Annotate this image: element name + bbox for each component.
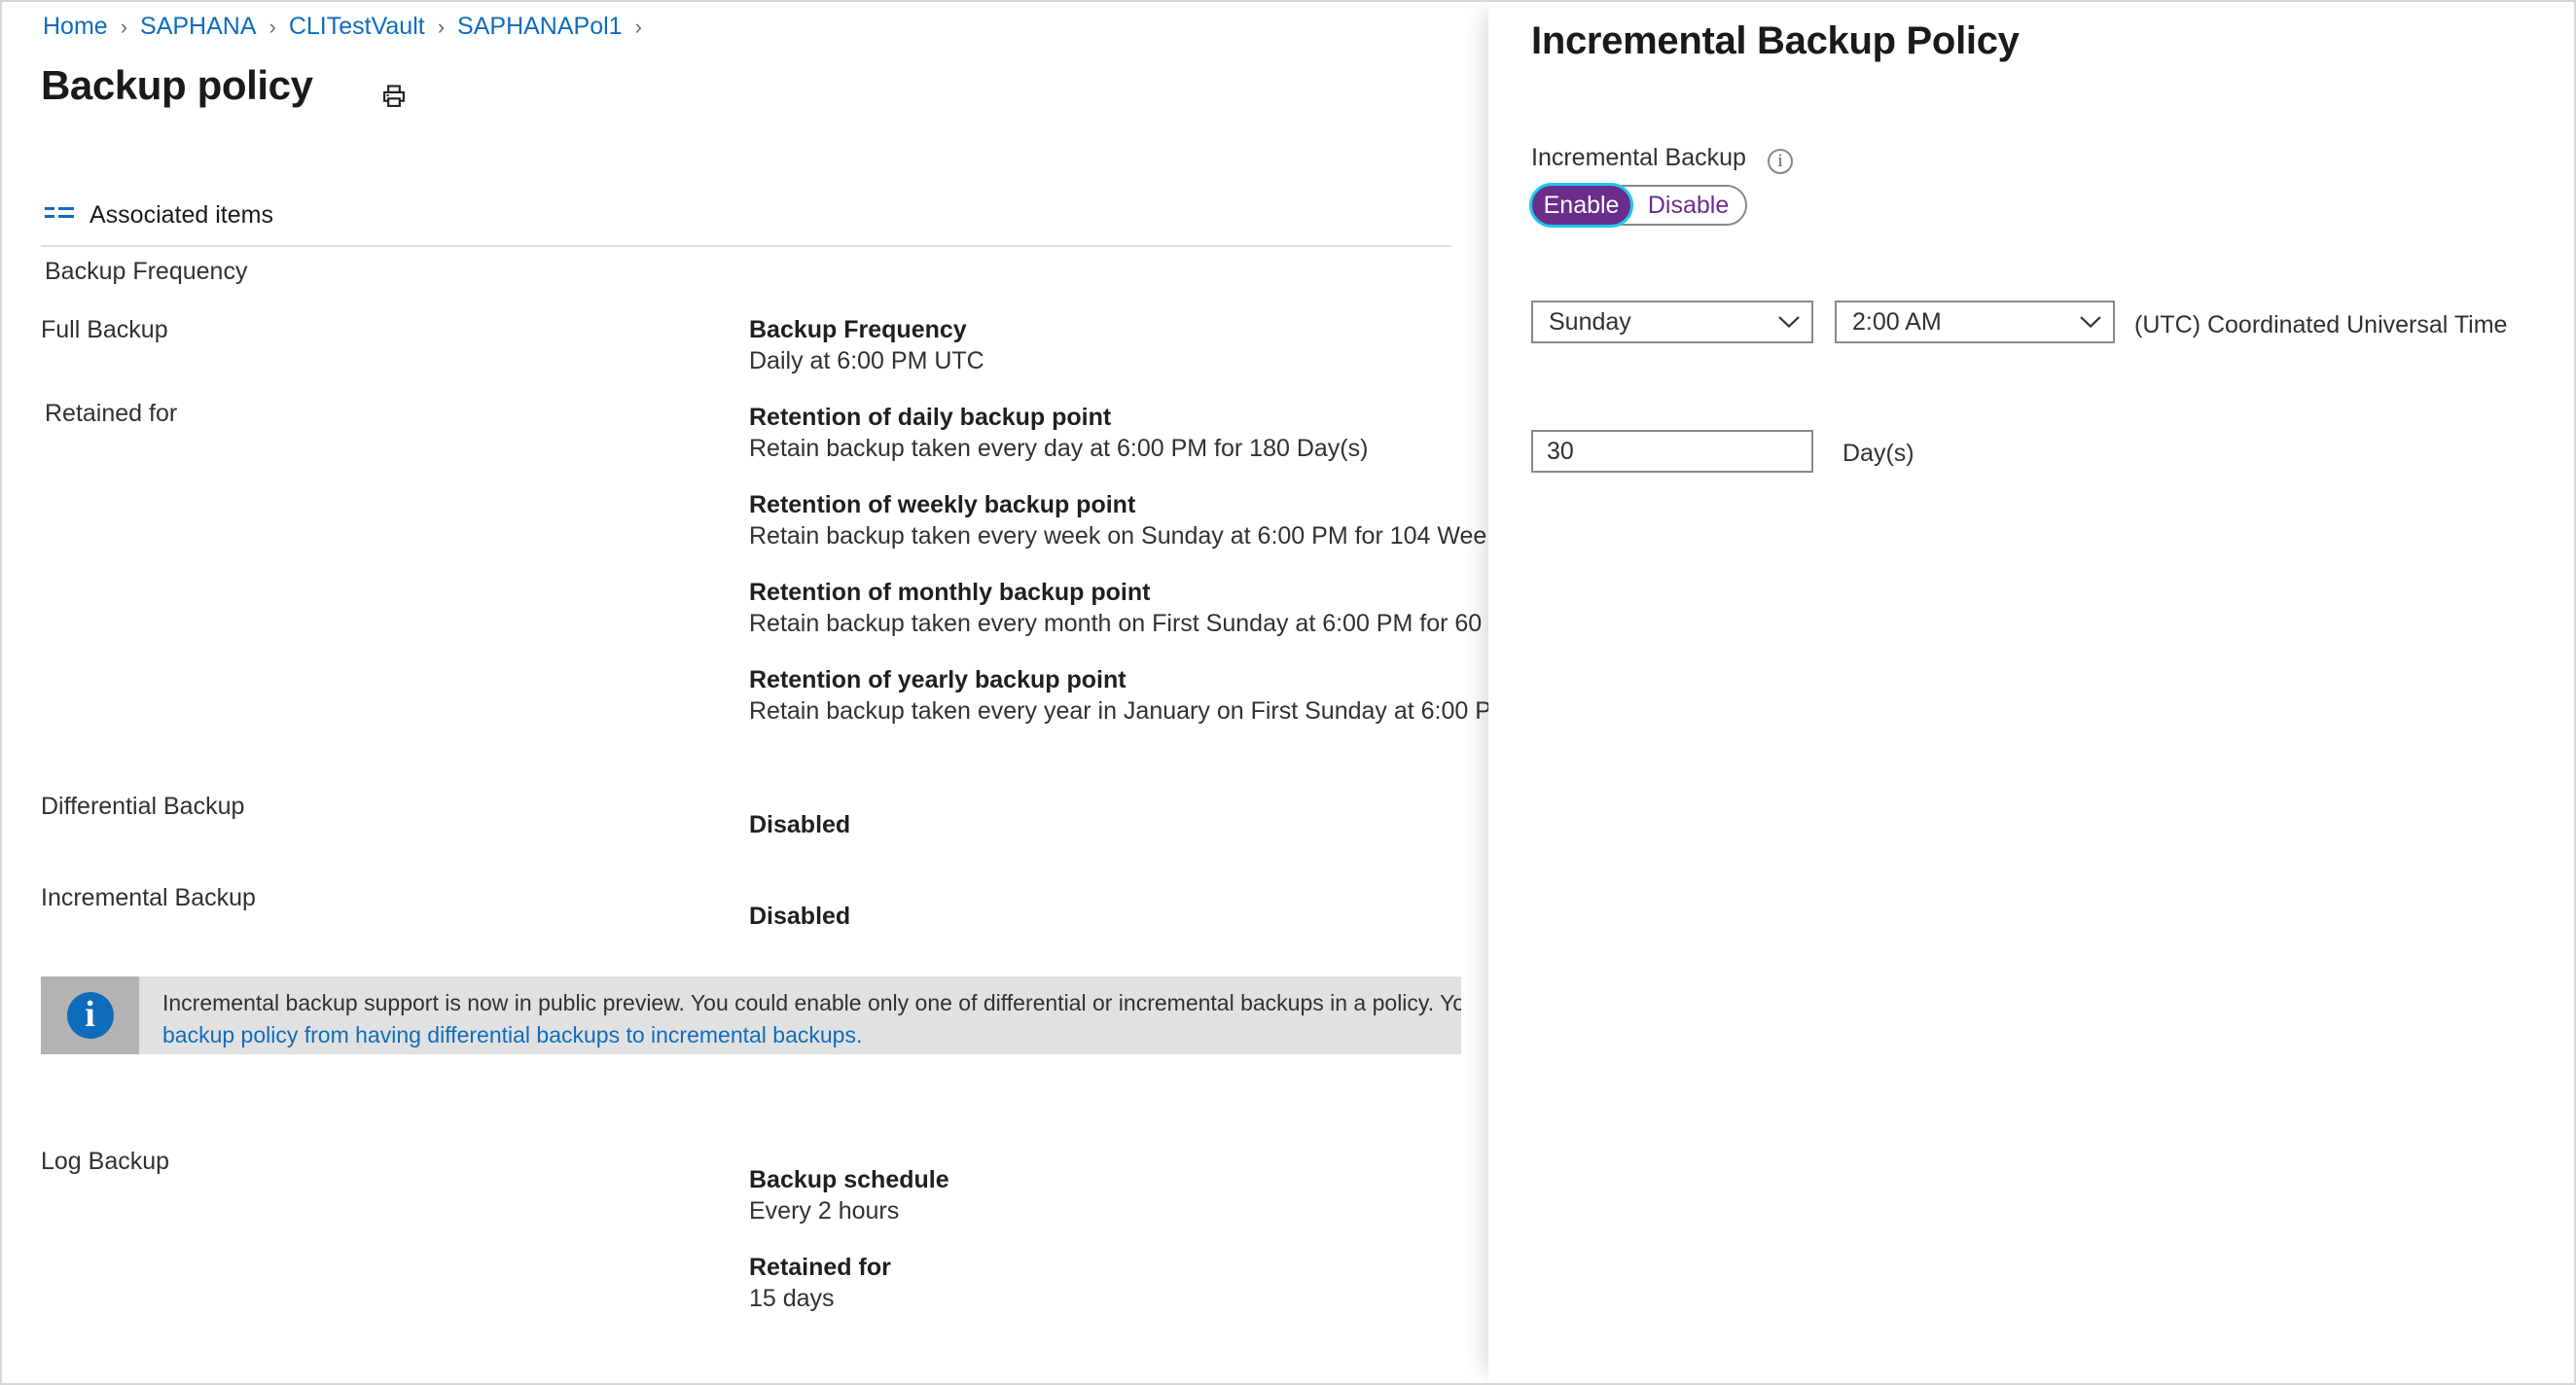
breadcrumb-item-home[interactable]: Home (43, 15, 108, 39)
detail-head: Retention of monthly backup point (749, 579, 1151, 606)
status-incremental-backup: Disabled (749, 903, 851, 930)
backup-policy-blade: Home › SAPHANA › CLITestVault › SAPHANAP… (2, 2, 1488, 1383)
info-banner-text: Incremental backup support is now in pub… (139, 977, 1461, 1054)
breadcrumb-separator-icon: › (268, 14, 276, 39)
tab-strip: Associated items (41, 187, 1451, 247)
section-detail-log-backup: Backup schedule Every 2 hours Retained f… (749, 1166, 1488, 1313)
detail-body: Every 2 hours (749, 1197, 900, 1225)
breadcrumb-separator-icon: › (437, 14, 446, 39)
detail-head: Retained for (749, 1254, 891, 1281)
retention-days-input[interactable] (1531, 430, 1813, 473)
retention-unit-label: Day(s) (1843, 440, 1914, 467)
detail-head: Retention of daily backup point (749, 404, 1112, 431)
breadcrumb-separator-icon: › (120, 14, 128, 39)
detail-head: Backup Frequency (749, 316, 967, 343)
breadcrumb-item-saphanapol1[interactable]: SAPHANAPol1 (457, 15, 623, 39)
detail-body: Retain backup taken every day at 6:00 PM… (749, 435, 1369, 462)
print-icon (380, 83, 408, 113)
detail-body: Daily at 6:00 PM UTC (749, 347, 984, 374)
print-button[interactable] (374, 77, 414, 118)
breadcrumb-separator-icon: › (634, 14, 642, 39)
section-label-incremental-backup: Incremental Backup (41, 884, 256, 911)
breadcrumb: Home › SAPHANA › CLITestVault › SAPHANAP… (43, 15, 655, 39)
info-banner-icon-cell: i (41, 977, 139, 1054)
info-banner: i Incremental backup support is now in p… (41, 977, 1461, 1054)
info-banner-message: Incremental backup support is now in pub… (162, 990, 1461, 1015)
info-icon[interactable]: i (1768, 149, 1793, 174)
section-detail-incremental-backup: Disabled (749, 903, 1488, 931)
section-label-full-backup: Full Backup (41, 316, 168, 343)
breadcrumb-item-clitestvault[interactable]: CLITestVault (289, 15, 425, 39)
info-icon: i (66, 992, 114, 1039)
timezone-label: (UTC) Coordinated Universal Time (2134, 311, 2508, 338)
detail-head: Retention of weekly backup point (749, 491, 1136, 518)
day-of-week-select[interactable]: Sunday (1531, 301, 1813, 343)
incremental-backup-field-label: Incremental Backup (1531, 144, 1746, 171)
time-of-day-select[interactable]: 2:00 AM (1835, 301, 2115, 343)
section-label-differential-backup: Differential Backup (41, 793, 245, 820)
toggle-enable-button[interactable]: Enable (1528, 183, 1634, 228)
breadcrumb-item-saphana[interactable]: SAPHANA (140, 15, 256, 39)
time-of-day-value: 2:00 AM (1852, 307, 1942, 336)
day-of-week-value: Sunday (1549, 307, 1631, 336)
tab-associated-items[interactable]: Associated items (41, 187, 277, 243)
section-label-log-backup: Log Backup (41, 1148, 170, 1175)
incremental-backup-toggle-group[interactable]: Enable Disable (1528, 183, 1747, 228)
panel-title: Incremental Backup Policy (1531, 19, 2020, 62)
chevron-down-icon (1767, 315, 1811, 329)
toggle-disable-button[interactable]: Disable (1631, 187, 1745, 224)
section-detail-full-backup: Backup Frequency Daily at 6:00 PM UTC Re… (749, 316, 1488, 726)
info-banner-link[interactable]: backup policy from having differential b… (162, 1022, 862, 1048)
detail-body: 15 days (749, 1285, 835, 1312)
tab-associated-items-label: Associated items (89, 200, 273, 229)
backup-frequency-label: Backup Frequency (45, 258, 248, 285)
detail-body: Retain backup taken every year in Januar… (749, 697, 1488, 725)
chevron-down-icon (2068, 315, 2113, 329)
detail-body: Retain backup taken every month on First… (749, 610, 1488, 637)
retained-for-label: Retained for (45, 400, 178, 427)
detail-head: Backup schedule (749, 1166, 949, 1193)
list-icon (45, 204, 74, 226)
section-detail-differential-backup: Disabled (749, 811, 1488, 839)
detail-body: Retain backup taken every week on Sunday… (749, 522, 1488, 550)
page-title: Backup policy (41, 62, 313, 108)
azure-portal-screen: Home › SAPHANA › CLITestVault › SAPHANAP… (0, 0, 2576, 1385)
detail-head: Retention of yearly backup point (749, 666, 1127, 693)
status-differential-backup: Disabled (749, 811, 851, 838)
